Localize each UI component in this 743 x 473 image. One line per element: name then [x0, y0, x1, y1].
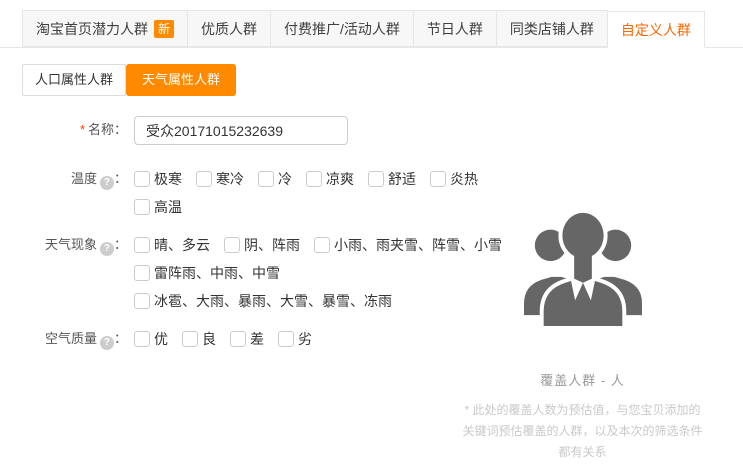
- checkbox-box[interactable]: [134, 237, 150, 253]
- air-quality-option[interactable]: 差: [230, 329, 264, 349]
- checkbox-label: 高温: [154, 197, 182, 217]
- tab-similar-shop-audience[interactable]: 同类店铺人群: [497, 10, 608, 47]
- checkbox-label: 极寒: [154, 169, 182, 189]
- tab-festival-audience[interactable]: 节日人群: [414, 10, 497, 47]
- name-label-text: 名称: [88, 122, 114, 137]
- help-icon[interactable]: ?: [100, 242, 114, 256]
- form-row-name: *名称：: [0, 116, 743, 145]
- checkbox-box[interactable]: [230, 331, 246, 347]
- tab-paid-promo-activity[interactable]: 付费推广/活动人群: [271, 10, 414, 47]
- tab-label: 优质人群: [201, 19, 257, 39]
- checkbox-label: 炎热: [450, 169, 478, 189]
- checkbox-label: 劣: [298, 329, 312, 349]
- audience-name-input[interactable]: [134, 116, 348, 145]
- checkbox-label: 舒适: [388, 169, 416, 189]
- field-label-colon: ：: [114, 237, 127, 252]
- checkbox-box[interactable]: [224, 237, 240, 253]
- temperature-option[interactable]: 冷: [258, 169, 292, 189]
- checkbox-box[interactable]: [368, 171, 384, 187]
- checkbox-box[interactable]: [134, 199, 150, 215]
- new-badge: 新: [154, 20, 174, 38]
- field-label-text: 温度: [71, 171, 97, 186]
- option-line: 优良差劣: [134, 328, 326, 350]
- checkbox-box[interactable]: [182, 331, 198, 347]
- coverage-summary-panel: 覆盖人群 - 人 * 此处的覆盖人数为预估值，与您宝贝添加的关键词预估覆盖的人群…: [425, 208, 740, 463]
- temperature-option[interactable]: 炎热: [430, 169, 478, 189]
- name-field-label: *名称：: [0, 116, 127, 145]
- tab-label: 淘宝首页潜力人群: [36, 19, 148, 39]
- checkbox-box[interactable]: [134, 171, 150, 187]
- tab-label: 自定义人群: [621, 20, 691, 40]
- checkbox-box[interactable]: [306, 171, 322, 187]
- tab-bar: 淘宝首页潜力人群新优质人群付费推广/活动人群节日人群同类店铺人群自定义人群: [0, 10, 743, 48]
- checkbox-label: 凉爽: [326, 169, 354, 189]
- air-quality-option[interactable]: 良: [182, 329, 216, 349]
- note-line: 都有关系: [425, 442, 740, 463]
- air-quality-option[interactable]: 劣: [278, 329, 312, 349]
- air-quality-field-label: 空气质量?：: [0, 328, 127, 356]
- help-icon[interactable]: ?: [100, 176, 114, 190]
- field-label-text: 空气质量: [45, 331, 97, 346]
- checkbox-box[interactable]: [134, 293, 150, 309]
- temperature-option[interactable]: 寒冷: [196, 169, 244, 189]
- temperature-option[interactable]: 凉爽: [306, 169, 354, 189]
- tab-label: 付费推广/活动人群: [284, 19, 400, 39]
- checkbox-label: 冷: [278, 169, 292, 189]
- checkbox-label: 优: [154, 329, 168, 349]
- temperature-field-label: 温度?：: [0, 168, 127, 224]
- people-group-icon: [519, 208, 647, 326]
- temperature-option[interactable]: 高温: [134, 197, 182, 217]
- note-line: * 此处的覆盖人数为预估值，与您宝贝添加的: [425, 400, 740, 421]
- checkbox-label: 阴、阵雨: [244, 235, 300, 255]
- checkbox-box[interactable]: [314, 237, 330, 253]
- checkbox-box[interactable]: [278, 331, 294, 347]
- checkbox-box[interactable]: [258, 171, 274, 187]
- temperature-option[interactable]: 极寒: [134, 169, 182, 189]
- temperature-option[interactable]: 舒适: [368, 169, 416, 189]
- weather-phenomenon-option[interactable]: 阴、阵雨: [224, 235, 300, 255]
- checkbox-label: 差: [250, 329, 264, 349]
- tab-custom-audience[interactable]: 自定义人群: [608, 11, 705, 48]
- required-asterisk: *: [80, 122, 85, 137]
- note-line: 关键词预估覆盖的人群，以及本次的筛选条件: [425, 421, 740, 442]
- tab-taobao-home-potential[interactable]: 淘宝首页潜力人群新: [22, 10, 188, 47]
- field-label-text: 天气现象: [45, 237, 97, 252]
- tab-premium-audience[interactable]: 优质人群: [188, 10, 271, 47]
- option-line: 极寒 寒冷 冷 凉爽 舒适 炎热: [134, 168, 492, 190]
- weather-phenomenon-option[interactable]: 冰雹、大雨、暴雨、大雪、暴雪、冻雨: [134, 291, 392, 311]
- help-icon[interactable]: ?: [100, 336, 114, 350]
- checkbox-box[interactable]: [134, 265, 150, 281]
- subtab-weather-audience[interactable]: 天气属性人群: [126, 64, 236, 96]
- field-label-colon: ：: [114, 171, 127, 186]
- air-quality-option[interactable]: 优: [134, 329, 168, 349]
- subtab-bar: 人口属性人群天气属性人群: [22, 64, 743, 96]
- tab-label: 节日人群: [427, 19, 483, 39]
- tab-label: 同类店铺人群: [510, 19, 594, 39]
- checkbox-label: 晴、多云: [154, 235, 210, 255]
- checkbox-label: 雷阵雨、中雨、中雪: [154, 263, 280, 283]
- field-label-colon: ：: [114, 331, 127, 346]
- checkbox-label: 冰雹、大雨、暴雨、大雪、暴雪、冻雨: [154, 291, 392, 311]
- weather-phenomenon-option[interactable]: 晴、多云: [134, 235, 210, 255]
- checkbox-box[interactable]: [196, 171, 212, 187]
- checkbox-box[interactable]: [430, 171, 446, 187]
- weather-phenomenon-option[interactable]: 雷阵雨、中雨、中雪: [134, 263, 280, 283]
- checkbox-box[interactable]: [134, 331, 150, 347]
- audience-targeting-page: 淘宝首页潜力人群新优质人群付费推广/活动人群节日人群同类店铺人群自定义人群 人口…: [0, 10, 743, 473]
- subtab-demographic-audience[interactable]: 人口属性人群: [22, 64, 126, 96]
- checkbox-label: 良: [202, 329, 216, 349]
- coverage-estimate-note: * 此处的覆盖人数为预估值，与您宝贝添加的关键词预估覆盖的人群，以及本次的筛选条…: [425, 400, 740, 463]
- checkbox-label: 寒冷: [216, 169, 244, 189]
- name-label-colon: ：: [114, 122, 127, 137]
- weather-phenomenon-field-label: 天气现象?：: [0, 234, 127, 318]
- coverage-count-text: 覆盖人群 - 人: [425, 370, 740, 389]
- air-quality-options: 优良差劣: [134, 328, 326, 356]
